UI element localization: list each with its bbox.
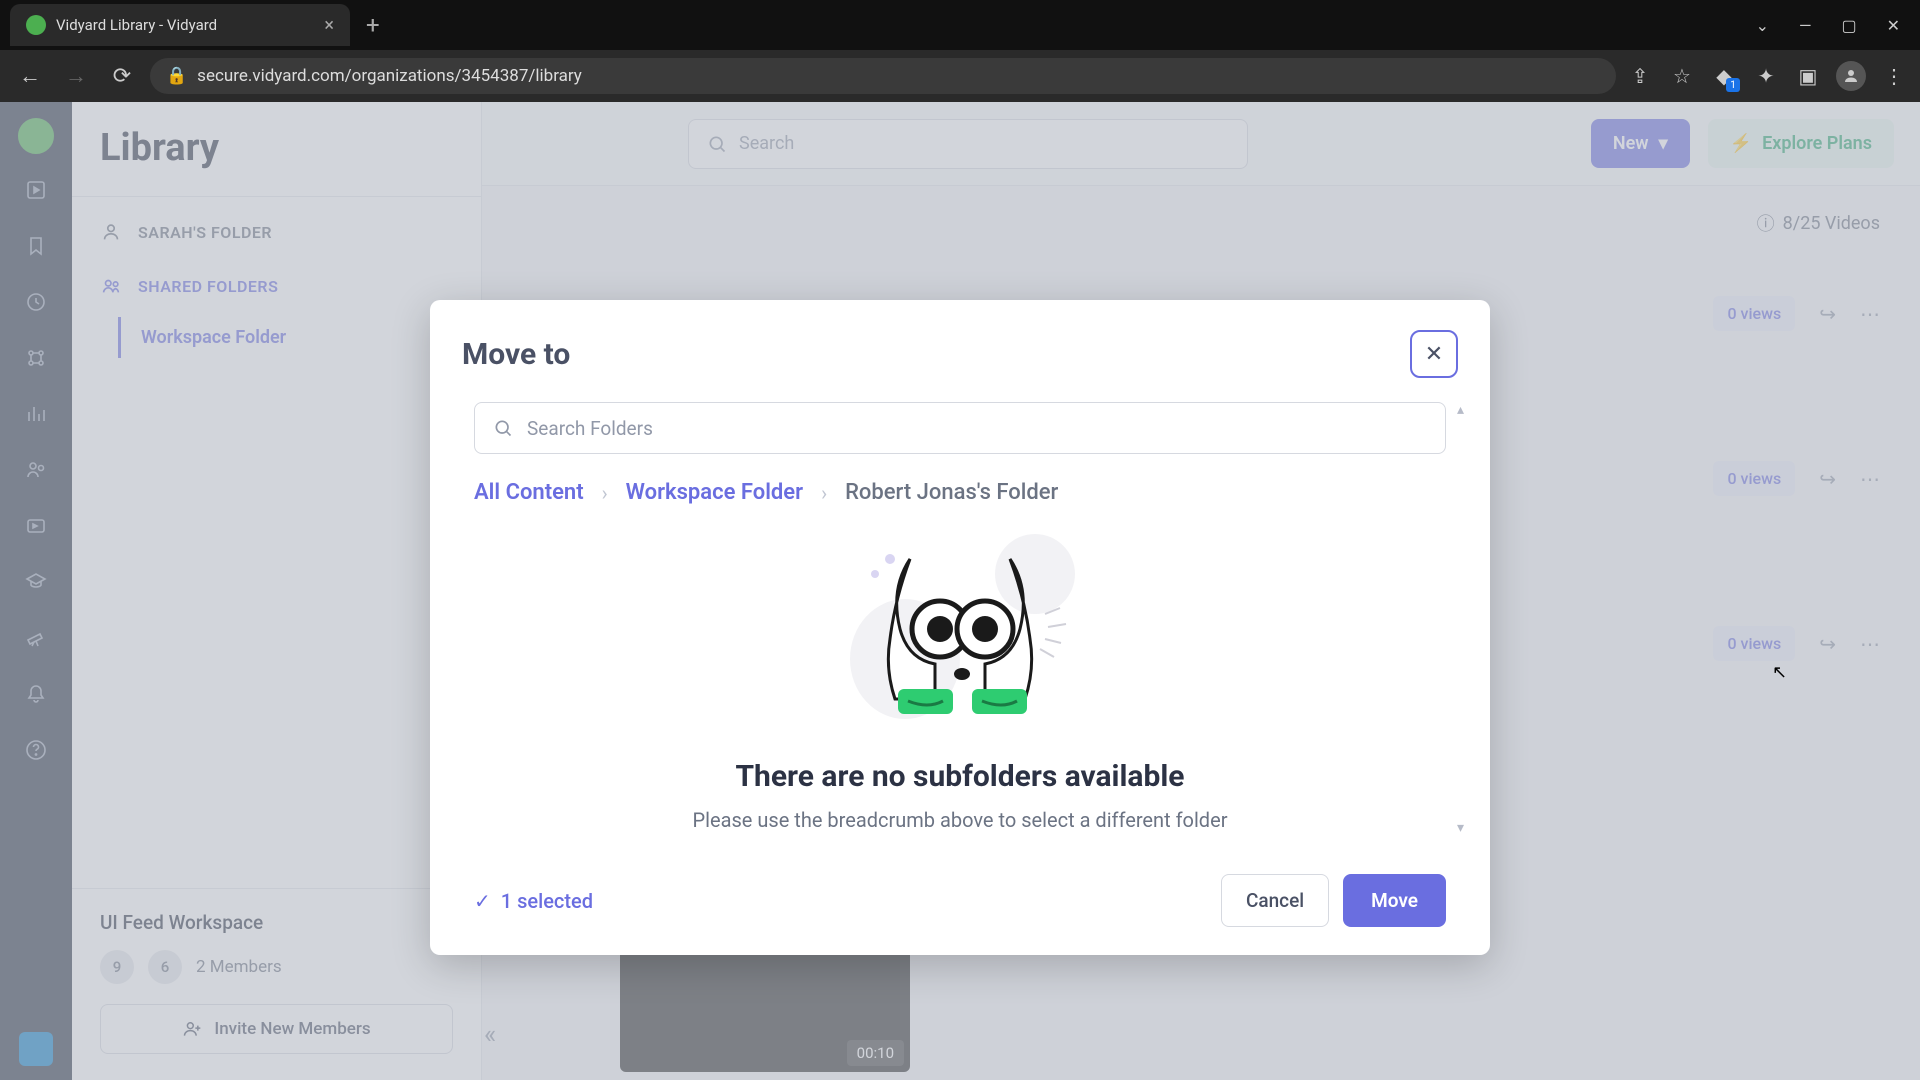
browser-toolbar: ← → ⟳ 🔒 secure.vidyard.com/organizations… <box>0 50 1920 102</box>
address-bar[interactable]: 🔒 secure.vidyard.com/organizations/34543… <box>150 58 1616 94</box>
scroll-up-cue: ▴ <box>1457 402 1464 418</box>
browser-tab-strip: Vidyard Library - Vidyard × + ⌄ ― ▢ ✕ <box>0 0 1920 50</box>
close-modal-button[interactable]: ✕ <box>1410 330 1458 378</box>
mouse-cursor: ↖ <box>1772 662 1787 683</box>
tab-title: Vidyard Library - Vidyard <box>56 16 217 34</box>
url-text: secure.vidyard.com/organizations/3454387… <box>197 66 582 86</box>
side-panel-icon[interactable]: ▣ <box>1794 62 1822 90</box>
selection-count: ✓ 1 selected <box>474 889 593 913</box>
empty-state-subtitle: Please use the breadcrumb above to selec… <box>474 808 1446 832</box>
share-icon[interactable]: ⇪ <box>1626 62 1654 90</box>
app-root: Library SARAH'S FOLDER SHARED FOLDERS Wo… <box>0 102 1920 1080</box>
breadcrumb-current: Robert Jonas's Folder <box>845 480 1058 505</box>
modal-footer: ✓ 1 selected Cancel Move <box>462 858 1458 927</box>
chevron-right-icon: › <box>602 481 608 505</box>
window-controls: ⌄ ― ▢ ✕ <box>1756 16 1920 35</box>
chevron-down-icon[interactable]: ⌄ <box>1756 16 1769 35</box>
forward-button[interactable]: → <box>58 58 94 94</box>
minimize-icon[interactable]: ― <box>1799 16 1812 35</box>
empty-state-illustration <box>790 519 1130 739</box>
breadcrumb-item[interactable]: Workspace Folder <box>626 480 803 505</box>
favicon <box>26 15 46 35</box>
maximize-icon[interactable]: ▢ <box>1841 16 1856 35</box>
chevron-right-icon: › <box>821 481 827 505</box>
kebab-menu-icon[interactable]: ⋮ <box>1880 62 1908 90</box>
close-window-icon[interactable]: ✕ <box>1887 16 1900 35</box>
move-to-modal: Move to ✕ ▴ Search Folders All Content ›… <box>430 300 1490 955</box>
folder-search-input[interactable]: Search Folders <box>474 402 1446 454</box>
lock-icon: 🔒 <box>166 66 187 86</box>
bookmark-star-icon[interactable]: ☆ <box>1668 62 1696 90</box>
breadcrumb: All Content › Workspace Folder › Robert … <box>474 480 1446 505</box>
extension-icon[interactable]: ◆ <box>1710 62 1738 90</box>
modal-title: Move to <box>462 337 570 372</box>
browser-tab[interactable]: Vidyard Library - Vidyard × <box>10 4 350 46</box>
back-button[interactable]: ← <box>12 58 48 94</box>
move-button[interactable]: Move <box>1343 874 1446 927</box>
cancel-button[interactable]: Cancel <box>1221 874 1329 927</box>
profile-avatar-icon[interactable] <box>1836 61 1866 91</box>
extensions-puzzle-icon[interactable]: ✦ <box>1752 62 1780 90</box>
close-icon: ✕ <box>1425 342 1443 367</box>
empty-state-title: There are no subfolders available <box>474 759 1446 794</box>
folder-search-placeholder: Search Folders <box>527 417 653 440</box>
close-tab-icon[interactable]: × <box>324 15 334 36</box>
scroll-down-cue: ▾ <box>1457 820 1464 836</box>
reload-button[interactable]: ⟳ <box>104 58 140 94</box>
new-tab-button[interactable]: + <box>366 11 380 39</box>
search-icon <box>493 418 513 438</box>
breadcrumb-item[interactable]: All Content <box>474 480 584 505</box>
check-icon: ✓ <box>474 889 491 913</box>
